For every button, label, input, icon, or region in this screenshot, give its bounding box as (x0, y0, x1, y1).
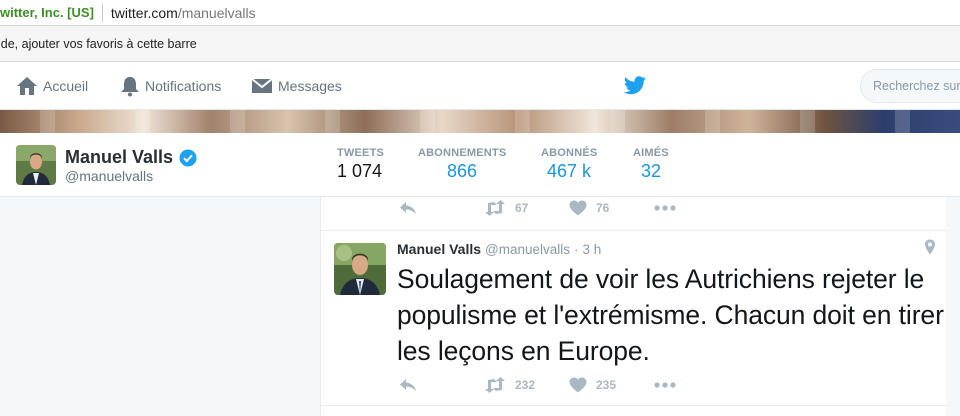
nav-notifications[interactable]: Notifications (120, 74, 221, 98)
profile-nav-bar: Manuel Valls @manuelvalls TWEETS 1 074 A… (0, 133, 960, 208)
profile-banner (0, 110, 960, 133)
prev-more-button[interactable] (654, 205, 676, 211)
left-sidebar (0, 197, 320, 416)
prev-like-count: 76 (596, 201, 610, 215)
retweet-button[interactable]: 232 (484, 377, 569, 393)
timeline: 67 76 Manuel Valls @manuelvalls · 3 h So… (320, 197, 947, 416)
url-path: /manuelvalls (177, 4, 256, 21)
prev-tweet-actions: 67 76 (399, 200, 676, 216)
like-count: 235 (596, 378, 617, 392)
tweet-divider (321, 230, 947, 231)
heart-icon (569, 377, 587, 393)
tweet-author-handle[interactable]: @manuelvalls (485, 242, 570, 257)
stat-tweets[interactable]: TWEETS 1 074 (337, 147, 419, 208)
stat-following-value: 866 (447, 161, 478, 181)
search-input[interactable]: Recherchez sur Twitter (860, 69, 960, 103)
top-navigation: Accueil Notifications Messages Recherche… (0, 62, 960, 110)
reply-icon (400, 202, 416, 214)
reply-icon (400, 379, 416, 391)
tweet-header: Manuel Valls @manuelvalls · 3 h (397, 241, 601, 257)
avatar[interactable] (16, 145, 56, 185)
nav-notifications-label: Notifications (145, 78, 222, 94)
stat-likes[interactable]: AIMÉS 32 (633, 147, 669, 182)
bell-icon (121, 77, 139, 97)
profile-name: Manuel Valls (65, 147, 197, 168)
retweet-icon (485, 200, 505, 216)
address-separator (101, 3, 103, 22)
prev-retweet-button[interactable]: 67 (484, 200, 569, 216)
like-button[interactable]: 235 (569, 377, 654, 393)
envelope-icon (251, 78, 273, 93)
stat-tweets-value: 1 074 (337, 161, 383, 181)
tweet-bottom-divider (321, 405, 947, 406)
tweet-avatar[interactable] (334, 243, 386, 295)
nav-messages[interactable]: Messages (251, 74, 342, 98)
url-field[interactable]: twitter.com/manuelvalls (111, 5, 256, 21)
home-icon (17, 77, 37, 95)
url-host: twitter.com (110, 4, 178, 21)
heart-icon (569, 200, 587, 216)
bookmarks-hint: ide, ajouter vos favoris à cette barre (0, 36, 197, 51)
nav-home-label: Accueil (43, 78, 89, 94)
stat-following-label: ABONNEMENTS (418, 147, 507, 159)
retweet-count: 232 (515, 378, 536, 392)
browser-address-bar: witter, Inc. [US] twitter.com/manuelvall… (0, 0, 960, 26)
more-icon (654, 205, 676, 211)
certificate-label[interactable]: witter, Inc. [US] (0, 5, 94, 20)
verified-icon (179, 149, 197, 166)
stat-tweets-label: TWEETS (337, 147, 385, 159)
stat-likes-value: 32 (641, 161, 662, 181)
prev-like-button[interactable]: 76 (569, 200, 654, 216)
profile-name-text: Manuel Valls (65, 147, 174, 167)
location-pin-icon (925, 239, 935, 255)
reply-button[interactable] (399, 378, 484, 392)
tweet-separator: · (574, 242, 579, 257)
nav-home[interactable]: Accueil (16, 74, 88, 98)
stat-followers-value: 467 k (547, 161, 592, 181)
twitter-bird-icon[interactable] (623, 76, 647, 96)
stat-following[interactable]: ABONNEMENTS 866 (418, 147, 506, 182)
tweet-author-name[interactable]: Manuel Valls (397, 241, 481, 257)
tweet-timestamp[interactable]: 3 h (583, 242, 602, 257)
stat-followers[interactable]: ABONNÉS 467 k (541, 147, 597, 182)
more-icon (654, 382, 676, 388)
tweet-actions: 232 235 (399, 377, 676, 393)
stat-likes-label: AIMÉS (633, 147, 669, 159)
prev-retweet-count: 67 (515, 201, 529, 215)
stat-followers-label: ABONNÉS (541, 147, 598, 159)
tweet-text: Soulagement de voir les Autrichiens reje… (397, 264, 944, 366)
retweet-icon (485, 377, 505, 393)
bookmarks-bar: ide, ajouter vos favoris à cette barre (0, 26, 960, 62)
nav-messages-label: Messages (278, 78, 342, 94)
more-button[interactable] (654, 382, 676, 388)
prev-reply-button[interactable] (399, 201, 484, 215)
right-gutter (946, 197, 960, 416)
profile-handle: @manuelvalls (65, 168, 154, 184)
